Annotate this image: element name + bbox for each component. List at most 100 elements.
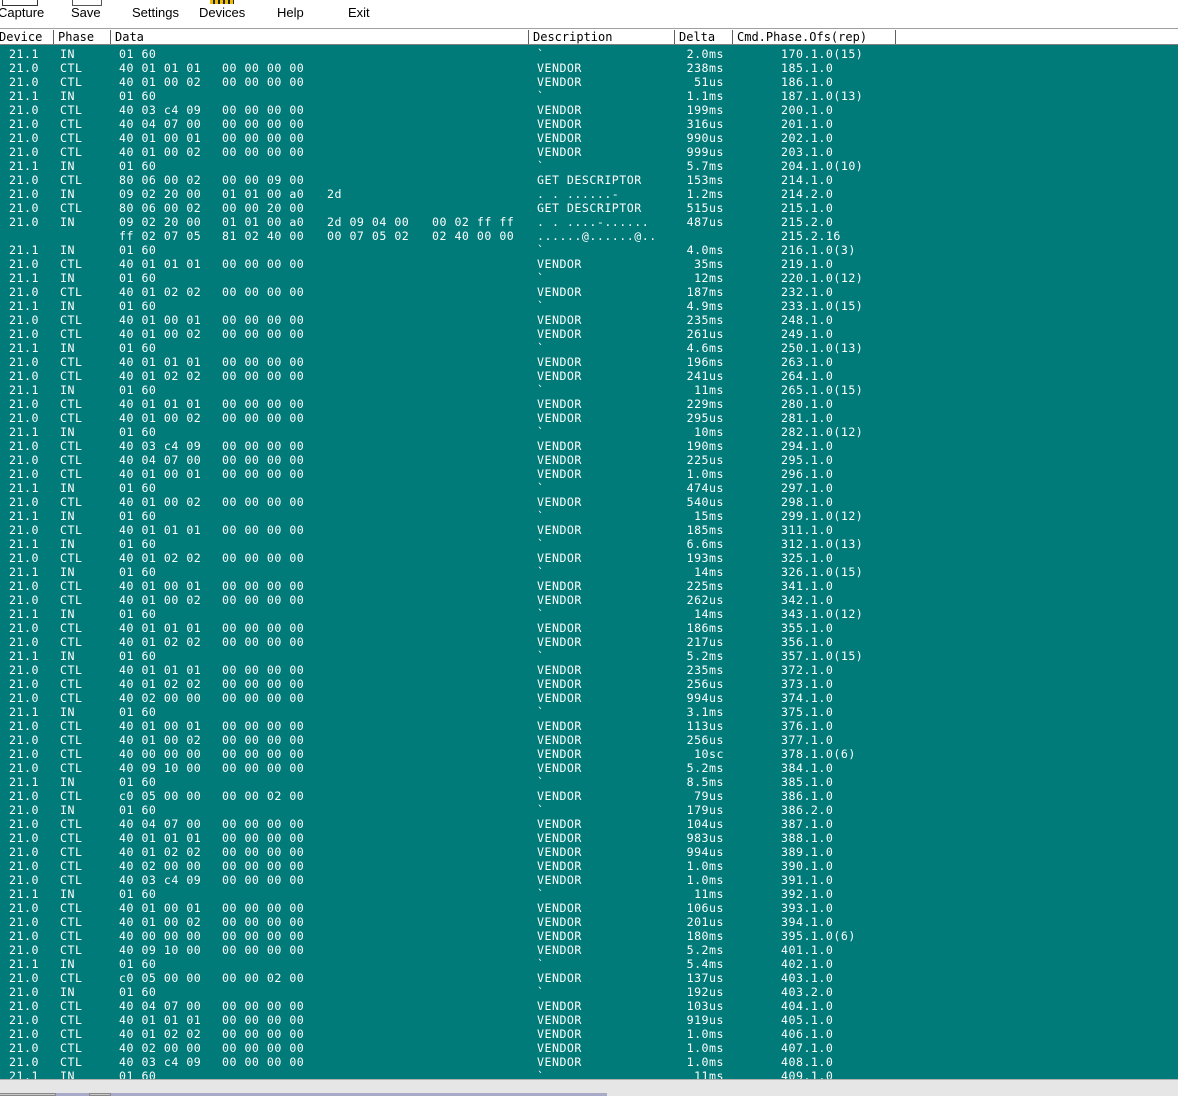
header-phase[interactable]: Phase bbox=[54, 30, 111, 44]
device-cell: 21.0 bbox=[9, 901, 39, 915]
header-cmd-phase-ofs[interactable]: Cmd.Phase.Ofs(rep) bbox=[733, 30, 896, 44]
table-row[interactable]: 21.0 CTL 40 02 00 00 00 00 00 00 VENDOR 1.0ms… bbox=[0, 859, 1178, 873]
table-row[interactable]: 21.0 CTL 40 01 00 01 00 00 00 00 VENDOR 113us… bbox=[0, 719, 1178, 733]
table-row[interactable]: 21.0 CTL 40 01 01 01 00 00 00 00 VENDOR 185ms… bbox=[0, 523, 1178, 537]
table-row[interactable]: 21.1 IN 01 60 ` 11ms 392.1.0 bbox=[0, 887, 1178, 901]
table-row[interactable]: 21.0 CTL 40 01 01 01 00 00 00 00 VENDOR 919us… bbox=[0, 1013, 1178, 1027]
table-row[interactable]: 21.0 CTL 40 02 00 00 00 00 00 00 VENDOR 994us… bbox=[0, 691, 1178, 705]
table-row[interactable]: 21.0 CTL 40 01 00 02 00 00 00 00 VENDOR 262us… bbox=[0, 593, 1178, 607]
table-row[interactable]: 21.0 CTL 40 01 00 01 00 00 00 00 VENDOR 990us… bbox=[0, 131, 1178, 145]
table-row[interactable]: 21.0 CTL 40 01 00 02 00 00 00 00 VENDOR 295us… bbox=[0, 411, 1178, 425]
help-button[interactable]: Help bbox=[272, 0, 312, 28]
table-row[interactable]: 21.1 IN 01 60 ` 3.1ms 375.1.0 bbox=[0, 705, 1178, 719]
table-row[interactable]: 21.0 IN 01 60 ` 192us 403.2.0 bbox=[0, 985, 1178, 999]
table-row[interactable]: 21.0 CTL 40 01 00 02 00 00 00 00 VENDOR 999us… bbox=[0, 145, 1178, 159]
table-row[interactable]: 21.0 CTL c0 05 00 00 00 00 02 00 VENDOR 79us 3… bbox=[0, 789, 1178, 803]
table-row[interactable]: 21.0 CTL 40 01 00 02 00 00 00 00 VENDOR 201us… bbox=[0, 915, 1178, 929]
delta-cell: 14ms bbox=[694, 565, 724, 579]
table-row[interactable]: 21.1 IN 01 60 ` 5.4ms 402.1.0 bbox=[0, 957, 1178, 971]
table-row[interactable]: 21.0 IN 09 02 20 00 01 01 00 a0 2d 09 04 00 0… bbox=[0, 215, 1178, 229]
table-row[interactable]: 21.0 IN 09 02 20 00 01 01 00 a0 2d . . ......… bbox=[0, 187, 1178, 201]
table-row[interactable]: 21.1 IN 01 60 ` 5.2ms 357.1.0(15) bbox=[0, 649, 1178, 663]
table-row[interactable]: 21.1 IN 01 60 ` 4.9ms 233.1.0(15) bbox=[0, 299, 1178, 313]
table-row[interactable]: 21.0 CTL 40 01 02 02 00 00 00 00 VENDOR 241us… bbox=[0, 369, 1178, 383]
table-row[interactable]: 21.0 CTL 40 01 01 01 00 00 00 00 VENDOR 186ms… bbox=[0, 621, 1178, 635]
table-row[interactable]: 21.0 CTL 40 01 00 02 00 00 00 00 VENDOR 261us… bbox=[0, 327, 1178, 341]
table-row[interactable]: 21.0 CTL 40 00 00 00 00 00 00 00 VENDOR 180ms… bbox=[0, 929, 1178, 943]
data-cell-2: 00 00 00 00 bbox=[222, 75, 305, 89]
table-row[interactable]: 21.1 IN 01 60 ` 14ms 326.1.0(15) bbox=[0, 565, 1178, 579]
delta-cell: 190ms bbox=[686, 439, 724, 453]
data-cell-2: 00 00 00 00 bbox=[222, 313, 305, 327]
table-row[interactable]: 21.0 CTL 40 01 02 02 00 00 00 00 VENDOR 187ms… bbox=[0, 285, 1178, 299]
table-row[interactable]: 21.0 CTL 40 01 02 02 00 00 00 00 VENDOR 994us… bbox=[0, 845, 1178, 859]
table-row[interactable]: 21.0 CTL 40 01 02 02 00 00 00 00 VENDOR 1.0ms… bbox=[0, 1027, 1178, 1041]
header-delta[interactable]: Delta bbox=[675, 30, 733, 44]
table-row[interactable]: 21.1 IN 01 60 ` 474us 297.1.0 bbox=[0, 481, 1178, 495]
capture-button[interactable]: Capture bbox=[0, 0, 50, 28]
table-row[interactable]: 21.1 IN 01 60 ` 10ms 282.1.0(12) bbox=[0, 425, 1178, 439]
table-row[interactable]: 21.1 IN 01 60 ` 11ms 409.1.0 bbox=[0, 1069, 1178, 1079]
table-row[interactable]: 21.0 CTL 40 04 07 00 00 00 00 00 VENDOR 316us… bbox=[0, 117, 1178, 131]
table-row[interactable]: 21.1 IN 01 60 ` 11ms 265.1.0(15) bbox=[0, 383, 1178, 397]
settings-button[interactable]: Settings bbox=[128, 0, 184, 28]
capture-grid[interactable]: 21.1 IN 01 60 ` 2.0ms 170.1.0(15) 21.0 CTL 40 01… bbox=[0, 45, 1178, 1079]
exit-button[interactable]: Exit bbox=[344, 0, 384, 28]
table-row[interactable]: 21.0 CTL 40 02 00 00 00 00 00 00 VENDOR 1.0ms… bbox=[0, 1041, 1178, 1055]
table-row[interactable]: 21.0 CTL 40 01 00 02 00 00 00 00 VENDOR 256us… bbox=[0, 733, 1178, 747]
capture-label: Capture bbox=[0, 5, 45, 20]
table-row[interactable]: 21.0 CTL 40 01 00 02 00 00 00 00 VENDOR 51us 1… bbox=[0, 75, 1178, 89]
table-row[interactable]: 21.0 CTL 40 03 c4 09 00 00 00 00 VENDOR 1.0ms… bbox=[0, 873, 1178, 887]
table-row[interactable]: 21.0 CTL 40 01 02 02 00 00 00 00 VENDOR 217us… bbox=[0, 635, 1178, 649]
table-row[interactable]: 21.1 IN 01 60 ` 8.5ms 385.1.0 bbox=[0, 775, 1178, 789]
table-row[interactable]: 21.0 CTL 40 01 01 01 00 00 00 00 VENDOR 235ms… bbox=[0, 663, 1178, 677]
table-row[interactable]: ff 02 07 05 81 02 40 00 00 07 05 02 02 40 0… bbox=[0, 229, 1178, 243]
table-row[interactable]: 21.0 CTL 40 01 00 02 00 00 00 00 VENDOR 540us… bbox=[0, 495, 1178, 509]
table-row[interactable]: 21.1 IN 01 60 ` 15ms 299.1.0(12) bbox=[0, 509, 1178, 523]
table-row[interactable]: 21.0 CTL 40 03 c4 09 00 00 00 00 VENDOR 199ms… bbox=[0, 103, 1178, 117]
header-data[interactable]: Data bbox=[111, 30, 529, 44]
table-row[interactable]: 21.0 CTL 40 03 c4 09 00 00 00 00 VENDOR 1.0ms… bbox=[0, 1055, 1178, 1069]
table-row[interactable]: 21.1 IN 01 60 ` 6.6ms 312.1.0(13) bbox=[0, 537, 1178, 551]
table-row[interactable]: 21.0 CTL 40 01 00 01 00 00 00 00 VENDOR 235ms… bbox=[0, 313, 1178, 327]
table-row[interactable]: 21.1 IN 01 60 ` 4.0ms 216.1.0(3) bbox=[0, 243, 1178, 257]
table-row[interactable]: 21.0 CTL 40 01 01 01 00 00 00 00 VENDOR 238ms… bbox=[0, 61, 1178, 75]
table-row[interactable]: 21.0 CTL 40 01 00 01 00 00 00 00 VENDOR 1.0ms… bbox=[0, 467, 1178, 481]
table-row[interactable]: 21.0 CTL 40 01 01 01 00 00 00 00 VENDOR 229ms… bbox=[0, 397, 1178, 411]
table-row[interactable]: 21.1 IN 01 60 ` 5.7ms 204.1.0(10) bbox=[0, 159, 1178, 173]
table-row[interactable]: 21.0 CTL 80 06 00 02 00 00 09 00 GET DESCRIP… bbox=[0, 173, 1178, 187]
table-row[interactable]: 21.0 CTL 40 04 07 00 00 00 00 00 VENDOR 104us… bbox=[0, 817, 1178, 831]
table-row[interactable]: 21.0 CTL 40 09 10 00 00 00 00 00 VENDOR 5.2ms… bbox=[0, 943, 1178, 957]
table-row[interactable]: 21.0 CTL 40 09 10 00 00 00 00 00 VENDOR 5.2ms… bbox=[0, 761, 1178, 775]
cmd-phase-ofs-cell: 390.1.0 bbox=[781, 859, 834, 873]
table-row[interactable]: 21.1 IN 01 60 ` 4.6ms 250.1.0(13) bbox=[0, 341, 1178, 355]
delta-cell: 6.6ms bbox=[686, 537, 724, 551]
table-row[interactable]: 21.0 CTL 40 01 02 02 00 00 00 00 VENDOR 256us… bbox=[0, 677, 1178, 691]
table-row[interactable]: 21.0 CTL 40 01 01 01 00 00 00 00 VENDOR 35ms 2… bbox=[0, 257, 1178, 271]
header-description[interactable]: Description bbox=[529, 30, 675, 44]
table-row[interactable]: 21.0 CTL 40 01 00 01 00 00 00 00 VENDOR 106us… bbox=[0, 901, 1178, 915]
table-row[interactable]: 21.1 IN 01 60 ` 1.1ms 187.1.0(13) bbox=[0, 89, 1178, 103]
table-row[interactable]: 21.0 CTL 40 00 00 00 00 00 00 00 VENDOR 10sc 3… bbox=[0, 747, 1178, 761]
table-row[interactable]: 21.0 CTL 40 01 01 01 00 00 00 00 VENDOR 983us… bbox=[0, 831, 1178, 845]
table-row[interactable]: 21.0 CTL 40 03 c4 09 00 00 00 00 VENDOR 190ms… bbox=[0, 439, 1178, 453]
table-row[interactable]: 21.0 IN 01 60 ` 179us 386.2.0 bbox=[0, 803, 1178, 817]
description-cell: ` bbox=[537, 985, 545, 999]
phase-cell: CTL bbox=[60, 523, 83, 537]
table-row[interactable]: 21.0 CTL c0 05 00 00 00 00 02 00 VENDOR 137us… bbox=[0, 971, 1178, 985]
table-row[interactable]: 21.1 IN 01 60 ` 12ms 220.1.0(12) bbox=[0, 271, 1178, 285]
table-row[interactable]: 21.1 IN 01 60 ` 2.0ms 170.1.0(15) bbox=[0, 47, 1178, 61]
table-row[interactable]: 21.0 CTL 80 06 00 02 00 00 20 00 GET DESCRIP… bbox=[0, 201, 1178, 215]
table-row[interactable]: 21.0 CTL 40 01 00 01 00 00 00 00 VENDOR 225ms… bbox=[0, 579, 1178, 593]
horizontal-scrollbar[interactable] bbox=[0, 1079, 1178, 1096]
description-cell: VENDOR bbox=[537, 1055, 582, 1069]
table-row[interactable]: 21.0 CTL 40 04 07 00 00 00 00 00 VENDOR 225us… bbox=[0, 453, 1178, 467]
table-row[interactable]: 21.0 CTL 40 01 01 01 00 00 00 00 VENDOR 196ms… bbox=[0, 355, 1178, 369]
devices-button[interactable]: Devices bbox=[196, 0, 252, 28]
header-device[interactable]: Device bbox=[0, 30, 54, 44]
save-button[interactable]: Save bbox=[68, 0, 108, 28]
table-row[interactable]: 21.1 IN 01 60 ` 14ms 343.1.0(12) bbox=[0, 607, 1178, 621]
table-row[interactable]: 21.0 CTL 40 04 07 00 00 00 00 00 VENDOR 103us… bbox=[0, 999, 1178, 1013]
cmd-phase-ofs-cell: 214.1.0 bbox=[781, 173, 834, 187]
table-row[interactable]: 21.0 CTL 40 01 02 02 00 00 00 00 VENDOR 193ms… bbox=[0, 551, 1178, 565]
